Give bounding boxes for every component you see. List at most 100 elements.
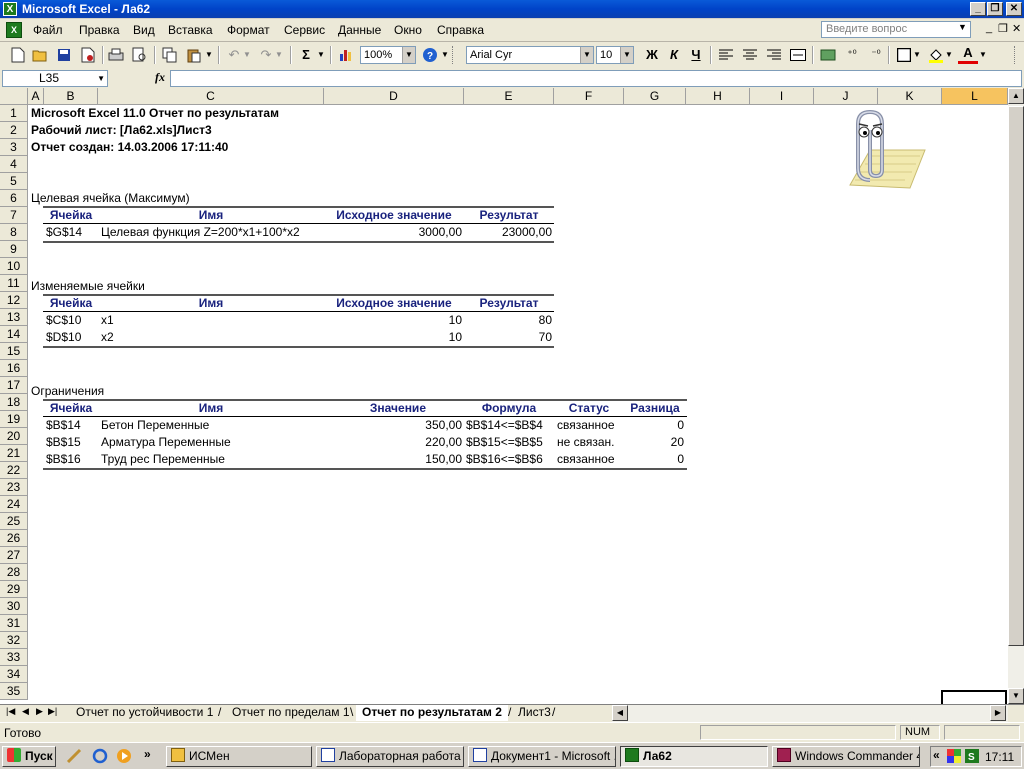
active-cell-outline[interactable] <box>941 690 1007 704</box>
horizontal-scroll-track[interactable] <box>630 706 990 720</box>
constraint-cell-ref[interactable]: $B$14 <box>46 417 81 434</box>
column-header-k[interactable]: K <box>878 88 942 105</box>
constraint-cell-value[interactable]: 350,00 <box>324 417 462 434</box>
row-header[interactable]: 33 <box>0 649 28 666</box>
constraint-cell-name[interactable]: Труд рес Переменные <box>101 451 225 468</box>
minimize-button[interactable]: _ <box>970 2 986 16</box>
column-header-l[interactable]: L <box>942 88 1008 105</box>
align-center-icon[interactable] <box>740 45 760 65</box>
target-cell-name[interactable]: Целевая функция Z=200*x1+100*x2 <box>101 224 300 241</box>
vertical-scroll-thumb[interactable] <box>1008 106 1024 646</box>
column-header-h[interactable]: H <box>686 88 750 105</box>
spreadsheet-grid[interactable]: A B C D E F G H I J K L 1 2 3 4 5 6 7 8 … <box>0 88 1008 704</box>
constraint-cell-slack[interactable]: 0 <box>624 451 684 468</box>
constraint-cell-ref[interactable]: $B$16 <box>46 451 81 468</box>
variables-header-initial[interactable]: Исходное значение <box>324 295 464 312</box>
target-header-cell[interactable]: Ячейка <box>44 207 98 224</box>
sheet-tab[interactable]: Лист3 <box>512 705 557 721</box>
excel-app-icon[interactable]: X <box>3 2 17 16</box>
row-header[interactable]: 27 <box>0 547 28 564</box>
row-header[interactable]: 13 <box>0 309 28 326</box>
row-header[interactable]: 34 <box>0 666 28 683</box>
decrease-decimal-icon[interactable]: ⁻⁰ <box>866 45 886 65</box>
menu-tools[interactable]: Сервис <box>284 23 325 37</box>
constraints-header-cell[interactable]: Ячейка <box>44 400 98 417</box>
font-name-select[interactable]: Arial Cyr ▼ <box>466 46 594 64</box>
row-header[interactable]: 14 <box>0 326 28 343</box>
report-title[interactable]: Microsoft Excel 11.0 Отчет по результата… <box>31 105 279 122</box>
font-size-select[interactable]: 10 ▼ <box>596 46 634 64</box>
constraints-header-slack[interactable]: Разница <box>624 400 686 417</box>
target-header-name[interactable]: Имя <box>98 207 324 224</box>
underline-button[interactable]: Ч <box>686 45 706 65</box>
align-left-icon[interactable] <box>716 45 736 65</box>
constraint-cell-value[interactable]: 150,00 <box>324 451 462 468</box>
row-header[interactable]: 32 <box>0 632 28 649</box>
formula-input[interactable] <box>170 70 1022 87</box>
variable-cell-ref[interactable]: $D$10 <box>46 329 81 346</box>
target-cell-ref[interactable]: $G$14 <box>46 224 82 241</box>
language-indicator-icon[interactable] <box>947 749 961 763</box>
variables-header-result[interactable]: Результат <box>464 295 554 312</box>
menu-insert[interactable]: Вставка <box>168 23 213 37</box>
font-color-icon[interactable]: A <box>958 45 978 64</box>
increase-decimal-icon[interactable]: ⁺⁰ <box>842 45 862 65</box>
variables-header-cell[interactable]: Ячейка <box>44 295 98 312</box>
name-box-dropdown-icon[interactable]: ▼ <box>97 71 105 86</box>
title-bar[interactable]: X Microsoft Excel - Ла62 _ ❐ ✕ <box>0 0 1024 18</box>
borders-icon[interactable] <box>894 45 914 65</box>
variables-section-title[interactable]: Изменяемые ячейки <box>31 278 145 295</box>
scroll-up-icon[interactable]: ▲ <box>1008 88 1024 104</box>
row-header[interactable]: 7 <box>0 207 28 224</box>
font-color-dropdown-icon[interactable]: ▼ <box>978 45 988 65</box>
column-header-j[interactable]: J <box>814 88 878 105</box>
menu-edit[interactable]: Правка <box>79 23 120 37</box>
row-header[interactable]: 25 <box>0 513 28 530</box>
start-button[interactable]: Пуск <box>2 746 56 767</box>
column-header-d[interactable]: D <box>324 88 464 105</box>
workbook-icon[interactable]: X <box>6 22 22 38</box>
paste-dropdown-icon[interactable]: ▼ <box>204 45 214 65</box>
row-header[interactable]: 22 <box>0 462 28 479</box>
menu-window[interactable]: Окно <box>394 23 422 37</box>
row-header[interactable]: 23 <box>0 479 28 496</box>
row-header[interactable]: 10 <box>0 258 28 275</box>
align-right-icon[interactable] <box>764 45 784 65</box>
row-header[interactable]: 9 <box>0 241 28 258</box>
paste-icon[interactable] <box>184 45 204 65</box>
row-header[interactable]: 5 <box>0 173 28 190</box>
taskbar-button-document1[interactable]: Документ1 - Microsoft ... <box>468 746 616 767</box>
doc-restore-button[interactable]: ❐ <box>998 22 1008 35</box>
row-header[interactable]: 31 <box>0 615 28 632</box>
column-header-i[interactable]: I <box>750 88 814 105</box>
taskbar-button-commander[interactable]: Windows Commander 4... <box>772 746 920 767</box>
font-size-dropdown-icon[interactable]: ▼ <box>620 47 633 63</box>
row-header[interactable]: 8 <box>0 224 28 241</box>
row-header[interactable]: 20 <box>0 428 28 445</box>
office-assistant-paperclip-icon[interactable] <box>830 109 926 194</box>
ask-dropdown-icon[interactable]: ▼ <box>958 22 967 32</box>
first-sheet-icon[interactable]: |◀ <box>6 706 15 717</box>
media-player-icon[interactable] <box>116 748 132 764</box>
constraint-cell-value[interactable]: 220,00 <box>324 434 462 451</box>
autosum-icon[interactable]: Σ <box>296 45 316 65</box>
redo-icon[interactable]: ↷ <box>256 45 276 65</box>
menu-format[interactable]: Формат <box>227 23 270 37</box>
restore-button[interactable]: ❐ <box>987 2 1003 16</box>
constraint-cell-status[interactable]: не связан. <box>557 434 615 451</box>
prev-sheet-icon[interactable]: ◀ <box>22 706 29 717</box>
sheet-tab[interactable]: Отчет по устойчивости 1 <box>70 705 219 721</box>
tray-expand-icon[interactable]: « <box>933 748 940 762</box>
constraint-cell-formula[interactable]: $B$14<=$B$4 <box>466 417 543 434</box>
constraints-header-name[interactable]: Имя <box>98 400 324 417</box>
print-icon[interactable] <box>106 45 126 65</box>
help-icon[interactable]: ? <box>420 45 440 65</box>
scroll-right-icon[interactable]: ▶ <box>990 705 1006 721</box>
constraint-cell-formula[interactable]: $B$15<=$B$5 <box>466 434 543 451</box>
constraint-cell-status[interactable]: связанное <box>557 417 615 434</box>
row-header[interactable]: 6 <box>0 190 28 207</box>
constraint-cell-name[interactable]: Бетон Переменные <box>101 417 209 434</box>
column-header-a[interactable]: A <box>28 88 44 105</box>
print-preview-icon[interactable] <box>130 45 150 65</box>
constraint-cell-slack[interactable]: 20 <box>624 434 684 451</box>
